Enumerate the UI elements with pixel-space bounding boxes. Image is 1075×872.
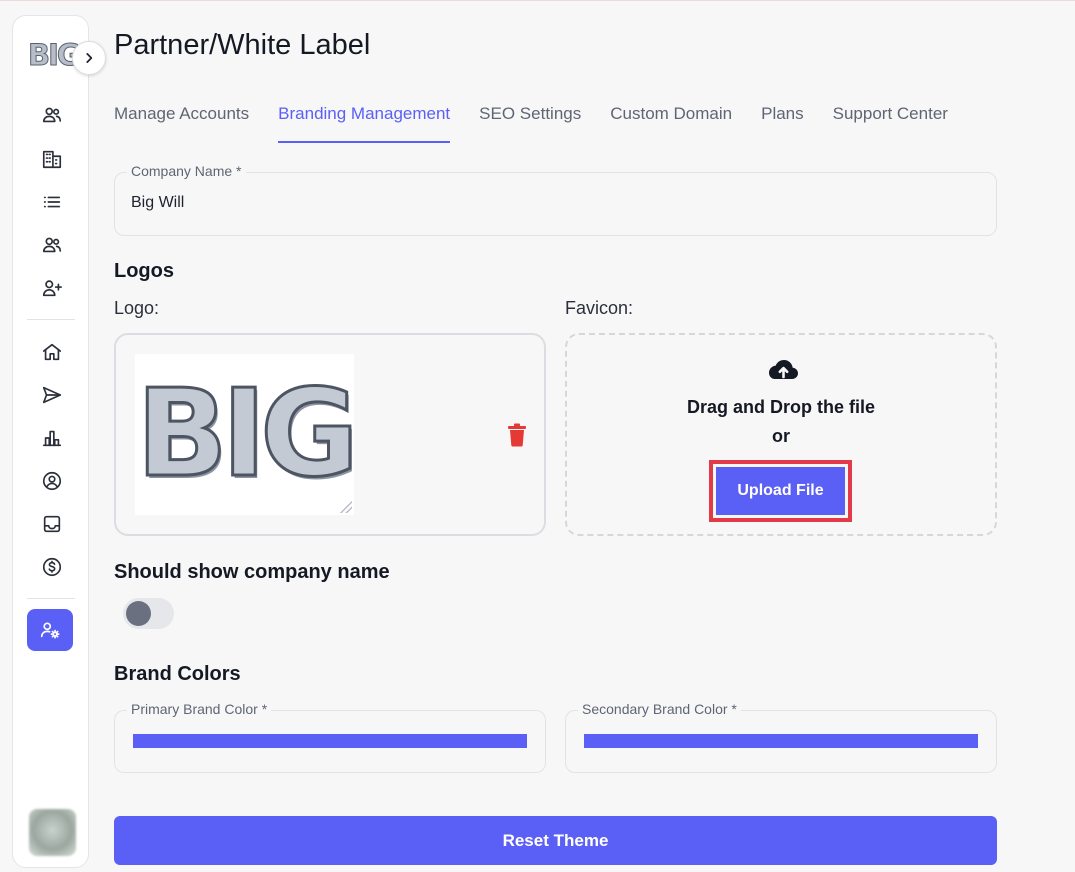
cloud-upload-icon: [769, 360, 798, 379]
favicon-label: Favicon:: [565, 298, 634, 318]
secondary-brand-color-field[interactable]: Secondary Brand Color *: [565, 701, 997, 773]
sidebar-item-profile[interactable]: [35, 466, 69, 496]
dollar-icon: [42, 557, 62, 577]
toggle-knob: [126, 601, 151, 626]
sidebar-item-home[interactable]: [35, 337, 69, 367]
sidebar-item-partner-settings[interactable]: [27, 609, 73, 651]
sidebar-toggle-button[interactable]: [72, 41, 106, 75]
primary-brand-color-field[interactable]: Primary Brand Color *: [114, 701, 546, 773]
user-circle-icon: [42, 471, 62, 491]
tab-bar: Manage Accounts Branding Management SEO …: [114, 103, 977, 145]
tab-branding-management[interactable]: Branding Management: [278, 103, 451, 143]
home-icon: [42, 343, 62, 361]
show-company-name-toggle[interactable]: [123, 598, 174, 629]
sidebar-item-inbox[interactable]: [35, 509, 69, 539]
sidebar-divider: [27, 319, 75, 320]
sidebar-item-users[interactable]: [35, 100, 69, 130]
primary-brand-color-label: Primary Brand Color *: [127, 701, 272, 717]
user-settings-icon: [40, 622, 60, 639]
company-name-value[interactable]: Big Will: [131, 194, 184, 212]
logo-label: Logo:: [114, 298, 160, 318]
secondary-brand-color-label: Secondary Brand Color *: [578, 701, 741, 717]
bar-chart-icon: [42, 430, 62, 447]
chevron-right-icon: [86, 53, 93, 63]
dropzone-text-line2: or: [772, 426, 790, 446]
secondary-color-swatch[interactable]: [584, 734, 978, 748]
brand-logo: BIG: [28, 38, 78, 72]
show-company-name-heading: Should show company name: [114, 561, 390, 583]
logo-image-text: BIG: [135, 364, 354, 504]
company-name-field[interactable]: Company Name * Big Will: [114, 163, 997, 236]
sidebar-divider: [27, 598, 75, 599]
primary-color-swatch[interactable]: [133, 734, 527, 748]
send-icon: [42, 386, 62, 404]
add-user-icon: [42, 280, 62, 297]
upload-file-button[interactable]: Upload File: [716, 467, 845, 515]
company-name-label: Company Name *: [127, 163, 246, 179]
dropzone-text-line1: Drag and Drop the file: [686, 397, 875, 417]
logo-preview-box: BIG: [114, 333, 546, 536]
sidebar-item-add-user[interactable]: [35, 273, 69, 303]
delete-logo-button[interactable]: [506, 423, 528, 447]
dropzone-text: Drag and Drop the file or: [567, 393, 995, 451]
tab-seo-settings[interactable]: SEO Settings: [479, 103, 581, 143]
inbox-icon: [43, 515, 61, 533]
tab-custom-domain[interactable]: Custom Domain: [610, 103, 732, 143]
tab-manage-accounts[interactable]: Manage Accounts: [114, 103, 249, 143]
users-icon: [42, 107, 62, 123]
sidebar-item-billing[interactable]: [35, 552, 69, 582]
list-icon: [43, 196, 61, 208]
upload-button-highlight: Upload File: [709, 460, 852, 522]
brand-colors-heading: Brand Colors: [114, 663, 241, 685]
avatar[interactable]: [29, 809, 76, 856]
sidebar: BIG: [12, 15, 106, 868]
team-icon: [42, 237, 62, 253]
sidebar-item-list[interactable]: [35, 187, 69, 217]
sidebar-item-send[interactable]: [35, 380, 69, 410]
resize-handle-icon[interactable]: [340, 501, 352, 513]
logos-heading: Logos: [114, 260, 174, 282]
sidebar-item-companies[interactable]: [35, 144, 69, 174]
sidebar-item-team[interactable]: [35, 230, 69, 260]
sidebar-item-analytics[interactable]: [35, 423, 69, 453]
page-title: Partner/White Label: [114, 29, 371, 61]
favicon-dropzone[interactable]: Drag and Drop the file or Upload File: [565, 333, 997, 536]
tab-support-center[interactable]: Support Center: [833, 103, 948, 143]
logo-image: BIG: [135, 354, 354, 515]
tab-plans[interactable]: Plans: [761, 103, 804, 143]
building-icon: [42, 150, 62, 169]
reset-theme-button[interactable]: Reset Theme: [114, 816, 997, 865]
